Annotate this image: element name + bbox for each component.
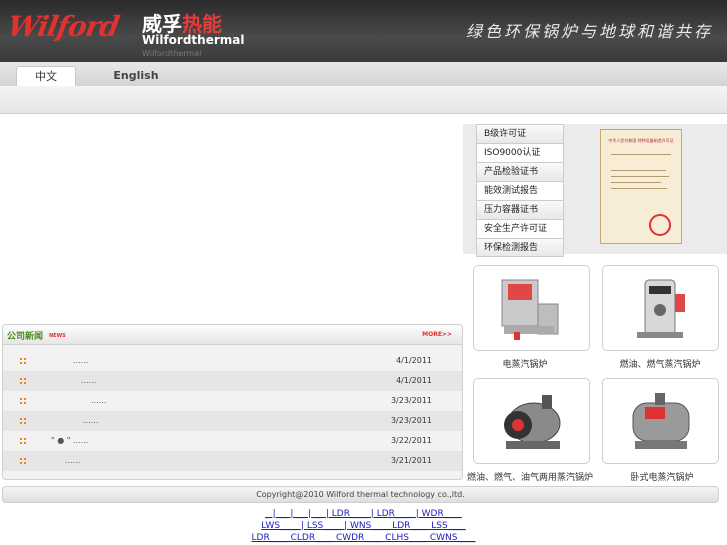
bullet-icon — [20, 438, 26, 444]
footer-links-row[interactable]: LWS____ | LSS____ | WNS____ LDR____ LSS_… — [0, 521, 727, 531]
language-tabs: 中文 English — [0, 62, 727, 86]
product-label[interactable]: 卧式电蒸汽锅炉 — [592, 470, 727, 483]
product-label[interactable]: 电蒸汽锅炉 — [455, 357, 595, 370]
news-headline[interactable]: " ● " ...... — [51, 436, 88, 445]
brand-name-en: Wilfordthermal — [142, 33, 245, 47]
cert-item[interactable]: ISO9000认证 — [476, 143, 564, 162]
footer-link[interactable]: _ | __ | __ | __ | LDR____ | LDR____ | W… — [265, 509, 462, 519]
product-label[interactable]: 燃油、燃气蒸汽锅炉 — [590, 357, 727, 370]
tab-chinese[interactable]: 中文 — [16, 66, 76, 86]
footer-link[interactable]: LDR____ CLDR____ CWDR____ CLHS____ CWNS_… — [252, 533, 476, 543]
news-title: 公司新闻 — [7, 332, 44, 342]
seal-icon — [649, 214, 671, 236]
cert-item[interactable]: B级许可证 — [476, 124, 564, 143]
news-headline[interactable]: ...... — [73, 356, 88, 365]
product-label[interactable]: 燃油、燃气、油气两用蒸汽锅炉 — [460, 470, 600, 483]
footer-links-row[interactable]: LDR____ CLDR____ CWDR____ CLHS____ CWNS_… — [0, 533, 727, 543]
bullet-icon — [20, 398, 26, 404]
news-row[interactable]: ...... 3/23/2011 — [3, 411, 462, 431]
logo[interactable]: Wilford 威孚热能 Wilfordthermal Wilfordtherm… — [0, 0, 250, 62]
news-date: 3/23/2011 — [390, 396, 432, 405]
certificate-doc-title: 中华人民共和国 特种设备制造许可证 — [608, 138, 674, 143]
footer-links-row[interactable]: _ | __ | __ | __ | LDR____ | LDR____ | W… — [0, 509, 727, 519]
news-more-link[interactable]: MORE>> — [422, 331, 452, 338]
news-headline[interactable]: ...... — [91, 396, 106, 405]
site-header: Wilford 威孚热能 Wilfordthermal Wilfordtherm… — [0, 0, 727, 62]
logo-wordmark: Wilford — [5, 10, 122, 43]
footer-link[interactable]: LWS____ | LSS____ | WNS____ LDR____ LSS_… — [261, 521, 465, 531]
news-date: 3/21/2011 — [390, 456, 432, 465]
news-date: 3/23/2011 — [390, 416, 432, 425]
cert-item[interactable]: 能效测试报告 — [476, 181, 564, 200]
brand-reflection: Wilfordthermal — [142, 49, 202, 58]
cert-item[interactable]: 环保检测报告 — [476, 238, 564, 257]
certificate-image[interactable]: 中华人民共和国 特种设备制造许可证 — [600, 129, 682, 244]
news-row[interactable]: ...... 3/21/2011 — [3, 451, 462, 471]
company-news-panel: 公司新闻 NEWS MORE>> ...... 4/1/2011 ...... … — [2, 324, 463, 480]
news-header: 公司新闻 NEWS MORE>> — [3, 325, 462, 345]
product-oil-gas-steam-boiler[interactable] — [602, 265, 719, 351]
sub-navigation-bar — [0, 86, 727, 114]
copyright-bar: Copyright@2010 Wilford thermal technolog… — [2, 486, 719, 503]
news-title-en: NEWS — [49, 333, 66, 339]
news-row[interactable]: ...... 4/1/2011 — [3, 351, 462, 371]
product-horizontal-electric-boiler[interactable] — [602, 378, 719, 464]
bullet-icon — [20, 418, 26, 424]
product-electric-steam-boiler[interactable] — [473, 265, 590, 351]
news-date: 4/1/2011 — [396, 356, 432, 365]
news-row[interactable]: ...... 3/23/2011 — [3, 391, 462, 411]
certificate-list: B级许可证 ISO9000认证 产品检验证书 能效测试报告 压力容器证书 安全生… — [476, 124, 564, 257]
news-headline[interactable]: ...... — [83, 416, 98, 425]
bullet-icon — [20, 458, 26, 464]
horizontal-electric-boiler-icon — [632, 393, 690, 449]
product-dual-fuel-steam-boiler[interactable] — [473, 378, 590, 464]
cert-item[interactable]: 产品检验证书 — [476, 162, 564, 181]
news-row[interactable]: " ● " ...... 3/22/2011 — [3, 431, 462, 451]
news-date: 3/22/2011 — [390, 436, 432, 445]
news-date: 4/1/2011 — [396, 376, 432, 385]
news-row[interactable]: ...... 4/1/2011 — [3, 371, 462, 391]
news-headline[interactable]: ...... — [81, 376, 96, 385]
vertical-boiler-icon — [637, 279, 685, 338]
slogan: 绿色环保锅炉与地球和谐共存 — [465, 22, 713, 41]
bullet-icon — [20, 378, 26, 384]
bullet-icon — [20, 358, 26, 364]
electric-boiler-icon — [501, 279, 559, 340]
tab-english[interactable]: English — [106, 66, 166, 86]
cert-item[interactable]: 压力容器证书 — [476, 200, 564, 219]
horizontal-boiler-icon — [504, 395, 561, 449]
cert-item[interactable]: 安全生产许可证 — [476, 219, 564, 238]
news-headline[interactable]: ...... — [65, 456, 80, 465]
